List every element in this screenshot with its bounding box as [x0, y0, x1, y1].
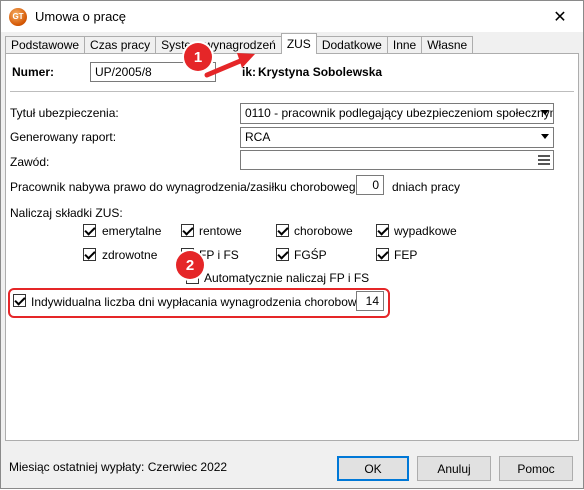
close-button[interactable]: ✕	[537, 1, 583, 32]
fgsp-label: FGŚP	[294, 248, 327, 262]
prawo-label: Pracownik nabywa prawo do wynagrodzenia/…	[10, 180, 379, 194]
rentowe-label: rentowe	[199, 224, 242, 238]
zawod-field[interactable]	[240, 150, 554, 170]
emerytalne-label: emerytalne	[102, 224, 162, 238]
title-bar: GT Umowa o pracę ✕	[1, 1, 583, 32]
prawo-suffix: dniach pracy	[392, 180, 461, 194]
divider	[10, 91, 574, 92]
chevron-down-icon	[541, 134, 549, 139]
zawod-label: Zawód:	[10, 155, 50, 169]
status-bar: Miesiąc ostatniej wypłaty: Czerwiec 2022…	[1, 446, 583, 488]
last-payment-text: Miesiąc ostatniej wypłaty: Czerwiec 2022	[9, 460, 228, 474]
chevron-down-icon	[541, 110, 549, 115]
close-icon: ✕	[553, 8, 567, 26]
fp-fs-label: FP i FS	[199, 248, 239, 262]
annotation-badge-2: 2	[176, 251, 204, 279]
emerytalne-checkbox[interactable]	[83, 224, 96, 237]
raport-value: RCA	[245, 130, 271, 144]
fep-label: FEP	[394, 248, 418, 262]
chorobowe-checkbox[interactable]	[276, 224, 289, 237]
raport-label: Generowany raport:	[10, 130, 117, 144]
wypadkowe-checkbox[interactable]	[376, 224, 389, 237]
tab-podstawowe[interactable]: Podstawowe	[5, 36, 86, 54]
tab-wlasne[interactable]: Własne	[421, 36, 474, 54]
zus-tab-panel: Numer: UP/2005/8 ik: Krystyna Sobolewska…	[5, 53, 579, 441]
tab-dodatkowe[interactable]: Dodatkowe	[315, 36, 388, 54]
tytul-value: 0110 - pracownik podlegający ubezpieczen…	[245, 106, 554, 120]
chorobowe-label: chorobowe	[294, 224, 353, 238]
tytul-select[interactable]: 0110 - pracownik podlegający ubezpieczen…	[240, 103, 554, 124]
tytul-label: Tytuł ubezpieczenia:	[10, 106, 119, 120]
help-button[interactable]: Pomoc	[499, 456, 573, 481]
numer-label: Numer:	[12, 65, 55, 79]
tab-strip: Podstawowe Czas pracy System wynagrodzeń…	[5, 33, 474, 54]
rentowe-checkbox[interactable]	[181, 224, 194, 237]
app-logo-icon: GT	[9, 7, 27, 26]
employee-name: Krystyna Sobolewska	[258, 65, 383, 79]
tab-zus[interactable]: ZUS	[280, 33, 317, 54]
window-title: Umowa o pracę	[35, 9, 127, 24]
sick-days-checkbox[interactable]	[13, 294, 26, 307]
list-icon[interactable]	[538, 154, 550, 166]
dialog-window: GT Umowa o pracę ✕ Podstawowe Czas pracy…	[0, 0, 584, 489]
fgsp-checkbox[interactable]	[276, 248, 289, 261]
sick-days-field[interactable]: 14	[356, 291, 384, 311]
fep-checkbox[interactable]	[376, 248, 389, 261]
zdrowotne-checkbox[interactable]	[83, 248, 96, 261]
annotation-badge-1: 1	[184, 43, 212, 71]
cancel-button[interactable]: Anuluj	[417, 456, 491, 481]
raport-select[interactable]: RCA	[240, 127, 554, 148]
wypadkowe-label: wypadkowe	[394, 224, 457, 238]
auto-fp-fs-label: Automatycznie naliczaj FP i FS	[204, 271, 370, 285]
skladki-label: Naliczaj składki ZUS:	[10, 206, 123, 220]
ok-button[interactable]: OK	[337, 456, 409, 481]
prawo-days-field[interactable]: 0	[356, 175, 384, 195]
tab-system-wynagrodzen[interactable]: System wynagrodzeń	[155, 36, 282, 54]
tab-inne[interactable]: Inne	[386, 36, 423, 54]
sick-days-label: Indywidualna liczba dni wypłacania wynag…	[31, 295, 380, 309]
employee-label: ik:	[242, 65, 257, 79]
zdrowotne-label: zdrowotne	[102, 248, 158, 262]
tab-czas-pracy[interactable]: Czas pracy	[84, 36, 157, 54]
